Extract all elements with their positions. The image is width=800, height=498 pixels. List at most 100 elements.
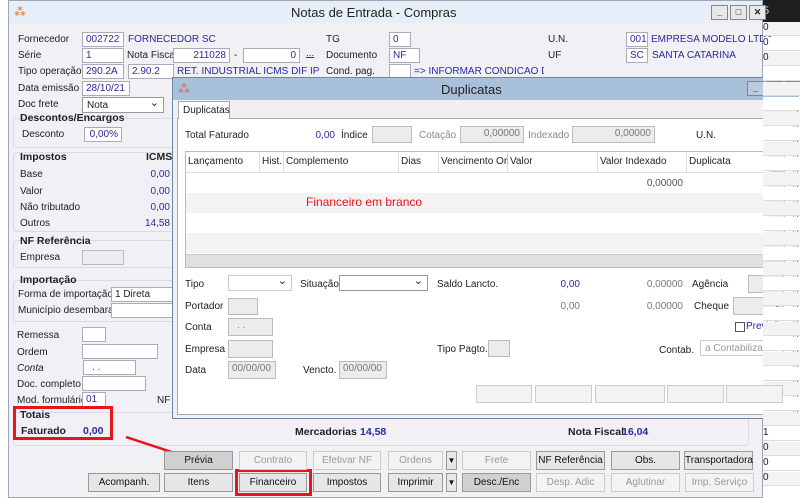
column-header[interactable]: Dias xyxy=(399,152,439,173)
button-pr-via[interactable]: Prévia xyxy=(164,451,233,470)
background-row: 0 xyxy=(763,442,800,456)
horizontal-scrollbar[interactable] xyxy=(186,254,784,267)
button-itens[interactable]: Itens xyxy=(164,473,233,492)
background-row: 0 xyxy=(763,22,800,36)
tab-duplicatas[interactable]: Duplicatas xyxy=(178,101,230,119)
background-row xyxy=(763,322,800,336)
imposto-value: 0,00 xyxy=(150,186,170,197)
button-obs-[interactable]: Obs. xyxy=(611,451,680,470)
button-efetivar-nf[interactable]: Efetivar NF xyxy=(313,451,381,470)
background-row: 0 xyxy=(763,37,800,51)
button-aglutinar[interactable]: Aglutinar xyxy=(611,473,680,492)
imposto-value: 14,58 xyxy=(144,218,170,229)
un-dialog-label: U.N. xyxy=(696,130,716,141)
background-row xyxy=(763,67,800,81)
background-row xyxy=(763,232,800,246)
background-row xyxy=(763,412,800,426)
cotacao-label: Cotação xyxy=(419,130,457,141)
background-row xyxy=(763,142,800,156)
grid-row[interactable] xyxy=(186,233,770,253)
button-frete[interactable]: Frete xyxy=(462,451,531,470)
duplicatas-grid: 0,00000 Financeiro em branco Lançamento H… xyxy=(185,151,785,268)
dialog-action-button[interactable] xyxy=(667,385,724,403)
tipo-pagto-input[interactable] xyxy=(488,340,510,357)
button-impostos[interactable]: Impostos xyxy=(313,473,381,492)
tipo-select[interactable] xyxy=(228,274,292,291)
column-header[interactable]: Duplicata xyxy=(687,152,770,173)
dialog-action-button[interactable] xyxy=(726,385,783,403)
background-row xyxy=(763,82,800,96)
contab-value: a Contabilizar xyxy=(705,343,767,354)
contab-label: Contab. xyxy=(659,345,695,356)
column-header[interactable]: Lançamento xyxy=(186,152,260,173)
vencto-input[interactable]: 00/00/00 xyxy=(339,361,387,379)
column-header[interactable]: Valor xyxy=(508,152,598,173)
button-financeiro[interactable]: Financeiro xyxy=(239,473,307,492)
total-faturado-value: 0,00 xyxy=(315,130,335,141)
portador-label: Portador xyxy=(185,301,224,312)
column-header[interactable]: Hist. xyxy=(260,152,284,173)
dialog-app-icon: ⁂ xyxy=(178,82,190,96)
total-faturado-label: Total Faturado xyxy=(185,130,249,141)
background-row xyxy=(763,172,800,186)
button-ordens[interactable]: Ordens xyxy=(388,451,443,470)
button-nf-refer-ncia[interactable]: NF Referência xyxy=(536,451,605,470)
previsao-checkbox[interactable] xyxy=(735,322,745,332)
dialog-action-button[interactable] xyxy=(476,385,532,403)
button-contrato[interactable]: Contrato xyxy=(239,451,307,470)
grid-row[interactable] xyxy=(186,193,770,213)
button-desc-enc[interactable]: Desc./Enc xyxy=(462,473,531,492)
button-acompanh-[interactable]: Acompanh. xyxy=(88,473,160,492)
background-row: 0 xyxy=(763,52,800,66)
button-imprimir[interactable]: Imprimir xyxy=(388,473,443,492)
value2-indexado: 0,00000 xyxy=(646,301,683,312)
indice-input[interactable] xyxy=(372,126,412,143)
imposto-value: 0,00 xyxy=(150,169,170,180)
dialog-action-button[interactable] xyxy=(535,385,592,403)
background-row xyxy=(763,97,800,111)
cheque-label: Cheque xyxy=(694,301,730,312)
background-row xyxy=(763,127,800,141)
imposto-label: Valor xyxy=(20,186,43,197)
dialog-title-bar: ⁂ Duplicatas _ □ ✕ xyxy=(173,78,800,100)
button-transportadora[interactable]: Transportadora xyxy=(684,451,753,470)
background-row xyxy=(763,262,800,276)
tipo-pagto-label: Tipo Pagto. xyxy=(437,344,488,355)
dialog-action-button[interactable] xyxy=(595,385,665,403)
button-imp-servi-o[interactable]: Imp. Serviço xyxy=(685,473,754,492)
background-row xyxy=(763,202,800,216)
background-row: 1 xyxy=(763,427,800,441)
cotacao-input[interactable]: 0,00000 xyxy=(460,126,524,143)
background-row xyxy=(763,352,800,366)
background-row xyxy=(763,217,800,231)
indexado-input[interactable]: 0,00000 xyxy=(572,126,655,143)
column-header[interactable]: Vencimento Orig. xyxy=(439,152,518,173)
dialog-minimize-button[interactable]: _ xyxy=(747,81,764,96)
background-row xyxy=(763,367,800,381)
empresa-dialog-input[interactable] xyxy=(228,340,273,358)
situacao-label: Situação xyxy=(300,279,339,290)
saldo-label: Saldo Lancto. xyxy=(437,279,499,290)
conta-dialog-input[interactable]: . . xyxy=(228,318,273,336)
background-row xyxy=(763,112,800,126)
portador-input[interactable] xyxy=(228,298,258,315)
background-row: 0 xyxy=(763,457,800,471)
agencia-label: Agência xyxy=(692,279,729,290)
indexado-label: Indexado xyxy=(528,130,570,141)
background-row xyxy=(763,277,800,291)
dropdown-arrow-button[interactable]: ▼ xyxy=(446,473,457,492)
background-row xyxy=(763,247,800,261)
column-header[interactable]: Valor Indexado xyxy=(598,152,687,173)
dialog-title: Duplicatas xyxy=(441,82,502,97)
saldo-indexado-value: 0,00000 xyxy=(646,279,683,290)
row1-valor-indexado: 0,00000 xyxy=(646,178,683,189)
background-row xyxy=(763,337,800,351)
imposto-value: 0,00 xyxy=(150,202,170,213)
background-row xyxy=(763,307,800,321)
data-label: Data xyxy=(185,365,207,376)
button-desp-adic[interactable]: Desp. Adic xyxy=(536,473,605,492)
situacao-select[interactable] xyxy=(339,274,428,291)
data-input[interactable]: 00/00/00 xyxy=(228,361,276,379)
dropdown-arrow-button[interactable]: ▼ xyxy=(446,451,457,470)
column-header[interactable]: Complemento xyxy=(284,152,399,173)
